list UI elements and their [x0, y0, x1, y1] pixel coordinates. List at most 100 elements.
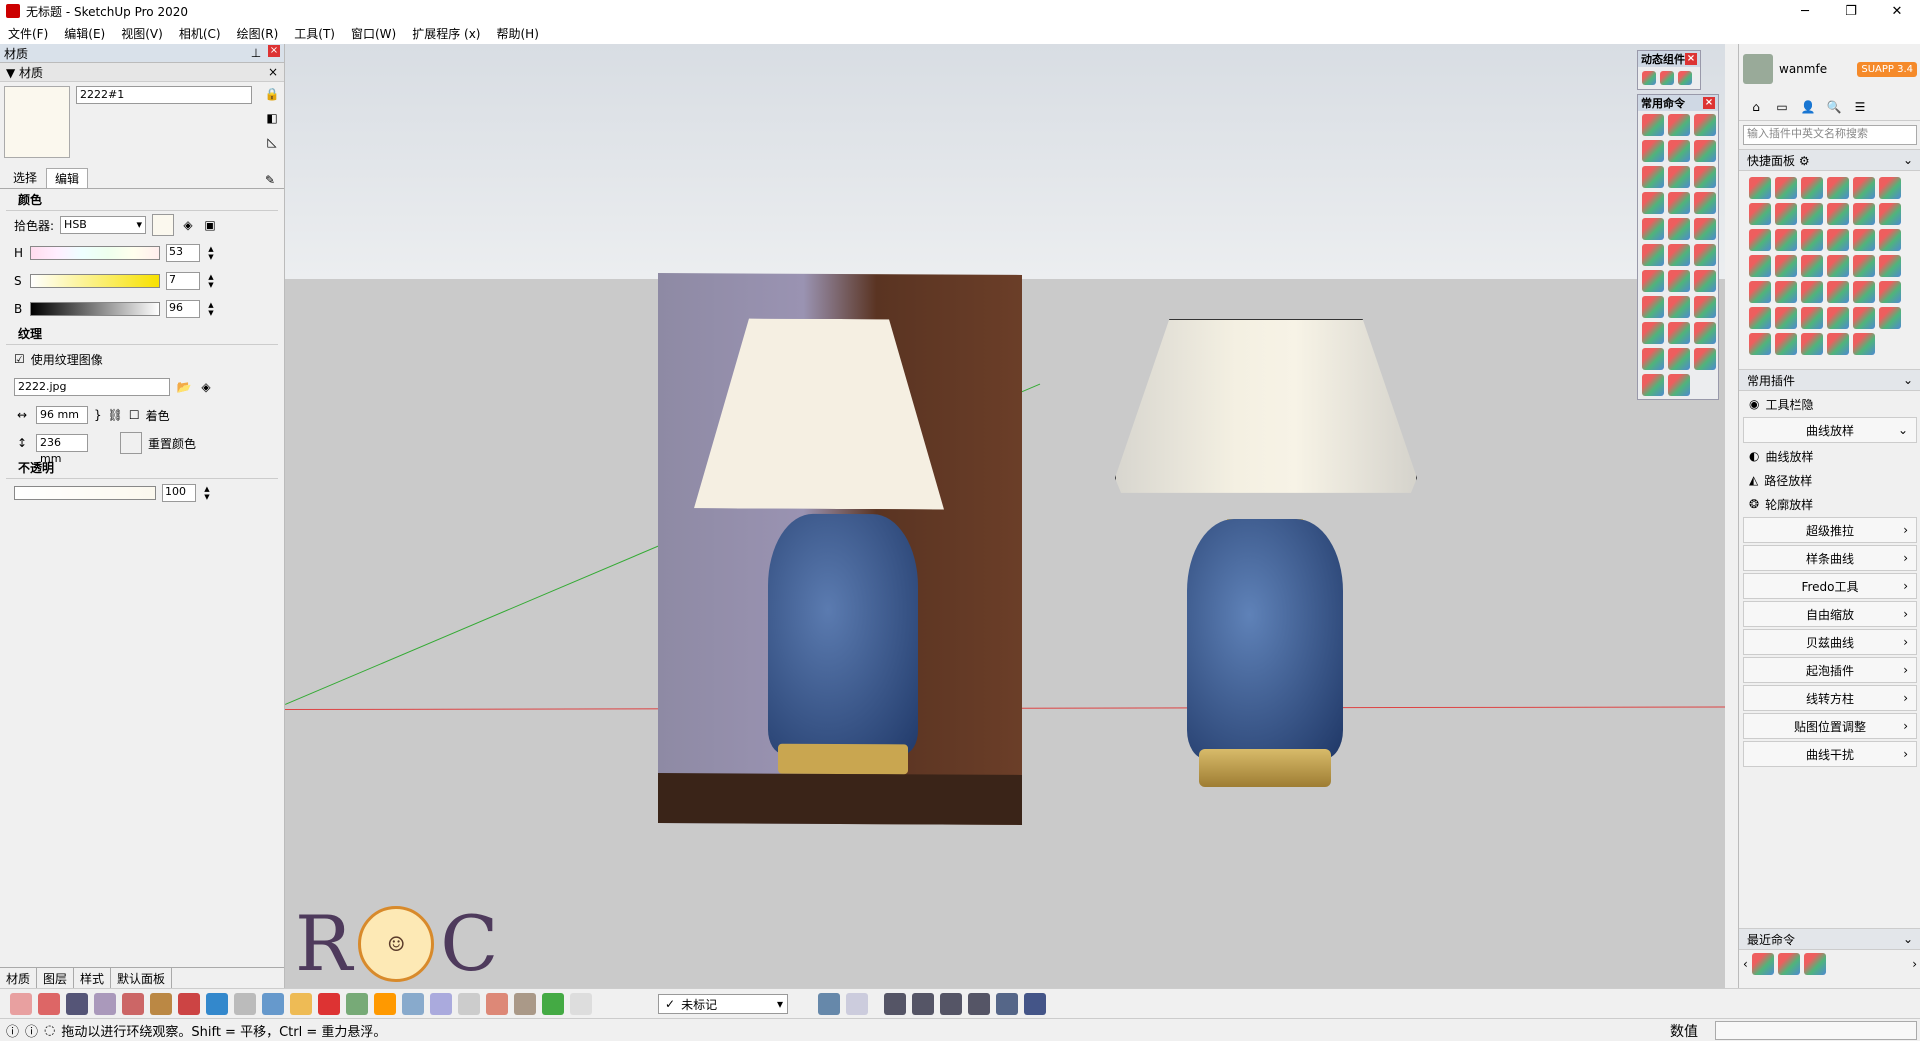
- opacity-spinner-icon[interactable]: ▲ ▼: [202, 485, 212, 501]
- maximize-button[interactable]: ❐: [1828, 0, 1874, 22]
- cmd-icon-32[interactable]: [1668, 374, 1690, 396]
- box-tool-icon[interactable]: [290, 993, 312, 1015]
- tab-edit[interactable]: 编辑: [46, 168, 89, 188]
- cmd-icon-21[interactable]: [1694, 270, 1716, 292]
- cut-tool-icon[interactable]: [318, 993, 340, 1015]
- b-input[interactable]: 96: [166, 300, 200, 318]
- quick-icon-11[interactable]: [1853, 203, 1875, 225]
- quick-icon-32[interactable]: [1775, 307, 1797, 329]
- reference-photo-image[interactable]: [658, 273, 1022, 825]
- cmd-icon-18[interactable]: [1694, 244, 1716, 266]
- material-swatch[interactable]: [4, 86, 70, 158]
- plugin-curve-loft[interactable]: ◐ 曲线放样: [1743, 445, 1917, 467]
- quick-icon-36[interactable]: [1879, 307, 1901, 329]
- texture-file-input[interactable]: 2222.jpg: [14, 378, 170, 396]
- quick-icon-1[interactable]: [1749, 177, 1771, 199]
- group-super-pushpull[interactable]: 超级推拉 ›: [1743, 517, 1917, 543]
- quick-icon-13[interactable]: [1749, 229, 1771, 251]
- menu-edit[interactable]: 编辑(E): [56, 25, 113, 42]
- group-bezier[interactable]: 贝兹曲线 ›: [1743, 629, 1917, 655]
- h-input[interactable]: 53: [166, 244, 200, 262]
- quick-icon-27[interactable]: [1801, 281, 1823, 303]
- tag-tool-icon[interactable]: [846, 993, 868, 1015]
- view-left-icon[interactable]: [1024, 993, 1046, 1015]
- cmd-icon-25[interactable]: [1642, 322, 1664, 344]
- cmd-icon-1[interactable]: [1642, 114, 1664, 136]
- user-avatar[interactable]: [1743, 54, 1773, 84]
- materials-subheader[interactable]: ▼ 材质 ×: [0, 63, 284, 82]
- quick-icon-17[interactable]: [1853, 229, 1875, 251]
- match-model-color-icon[interactable]: ◈: [180, 217, 196, 233]
- quick-icon-25[interactable]: [1749, 281, 1771, 303]
- book-tool-icon[interactable]: [542, 993, 564, 1015]
- tray-tab-styles[interactable]: 样式: [74, 968, 112, 988]
- opacity-input[interactable]: 100: [162, 484, 196, 502]
- quick-icon-39[interactable]: [1801, 333, 1823, 355]
- quick-icon-35[interactable]: [1853, 307, 1875, 329]
- cmd-icon-12[interactable]: [1694, 192, 1716, 214]
- menu-extensions[interactable]: 扩展程序 (x): [404, 25, 488, 42]
- quick-icon-18[interactable]: [1879, 229, 1901, 251]
- h-spinner-icon[interactable]: ▲ ▼: [206, 245, 216, 261]
- plugin-path-loft[interactable]: ◭ 路径放样: [1743, 469, 1917, 491]
- cmd-icon-11[interactable]: [1668, 192, 1690, 214]
- cmd-icon-26[interactable]: [1668, 322, 1690, 344]
- tool-icon-1[interactable]: [10, 993, 32, 1015]
- cmd-icon-10[interactable]: [1642, 192, 1664, 214]
- recent-icon-2[interactable]: [1777, 953, 1800, 975]
- quick-icon-12[interactable]: [1879, 203, 1901, 225]
- cmd-icon-17[interactable]: [1668, 244, 1690, 266]
- cmd-icon-6[interactable]: [1694, 140, 1716, 162]
- quick-icon-40[interactable]: [1827, 333, 1849, 355]
- measurements-input[interactable]: [1715, 1021, 1917, 1040]
- close-sub-icon[interactable]: ×: [268, 65, 278, 79]
- color-picker-select[interactable]: HSB: [60, 216, 147, 234]
- plugin-toolbar-hide[interactable]: ◉ 工具栏隐: [1743, 393, 1917, 415]
- component-attributes-icon[interactable]: [1678, 71, 1692, 85]
- s-input[interactable]: 7: [166, 272, 200, 290]
- quick-icon-8[interactable]: [1775, 203, 1797, 225]
- tag-select[interactable]: ✓ 未标记 ▾: [658, 994, 788, 1014]
- chain-link-icon[interactable]: ⛓: [108, 408, 123, 422]
- quick-icon-7[interactable]: [1749, 203, 1771, 225]
- menu-window[interactable]: 窗口(W): [343, 25, 404, 42]
- scroll-right-icon[interactable]: ›: [1912, 957, 1917, 971]
- group-free-scale[interactable]: 自由缩放 ›: [1743, 601, 1917, 627]
- suapp-badge[interactable]: SUAPP 3.4: [1857, 61, 1917, 77]
- cmd-icon-15[interactable]: [1694, 218, 1716, 240]
- shield-outline-icon[interactable]: [570, 993, 592, 1015]
- s-spinner-icon[interactable]: ▲ ▼: [206, 273, 216, 289]
- group-soap-bubble[interactable]: 起泡插件 ›: [1743, 657, 1917, 683]
- quick-icon-3[interactable]: [1801, 177, 1823, 199]
- quick-icon-6[interactable]: [1879, 177, 1901, 199]
- opacity-slider[interactable]: [14, 486, 156, 500]
- user-icon[interactable]: ◌: [44, 1023, 55, 1038]
- quick-icon-19[interactable]: [1749, 255, 1771, 277]
- common-plugins-header[interactable]: 常用插件 ⌄: [1739, 369, 1920, 391]
- pencil-tool-icon[interactable]: [122, 993, 144, 1015]
- cmd-icon-30[interactable]: [1694, 348, 1716, 370]
- sample-paint-icon[interactable]: ◺: [264, 134, 280, 150]
- quick-icon-4[interactable]: [1827, 177, 1849, 199]
- group-fredo[interactable]: Fredo工具 ›: [1743, 573, 1917, 599]
- group-curve-interference[interactable]: 曲线干扰 ›: [1743, 741, 1917, 767]
- tab-select[interactable]: 选择: [4, 167, 46, 188]
- cmd-icon-23[interactable]: [1668, 296, 1690, 318]
- recent-icon-3[interactable]: [1803, 953, 1826, 975]
- b-spinner-icon[interactable]: ▲ ▼: [206, 301, 216, 317]
- quick-icon-23[interactable]: [1853, 255, 1875, 277]
- cmd-icon-27[interactable]: [1694, 322, 1716, 344]
- group-spline[interactable]: 样条曲线 ›: [1743, 545, 1917, 571]
- tray-tab-materials[interactable]: 材质: [0, 968, 38, 988]
- quick-icon-30[interactable]: [1879, 281, 1901, 303]
- quick-icon-41[interactable]: [1853, 333, 1875, 355]
- view-right-icon[interactable]: [968, 993, 990, 1015]
- close-panel-icon[interactable]: ×: [268, 45, 280, 57]
- menu-tools[interactable]: 工具(T): [286, 25, 343, 42]
- tray-tab-layers[interactable]: 图层: [37, 968, 75, 988]
- match-screen-color-icon[interactable]: ▣: [202, 217, 218, 233]
- user-icon[interactable]: 👤: [1799, 98, 1817, 116]
- group-texture-position[interactable]: 贴图位置调整 ›: [1743, 713, 1917, 739]
- view-front-icon[interactable]: [940, 993, 962, 1015]
- cmd-icon-4[interactable]: [1642, 140, 1664, 162]
